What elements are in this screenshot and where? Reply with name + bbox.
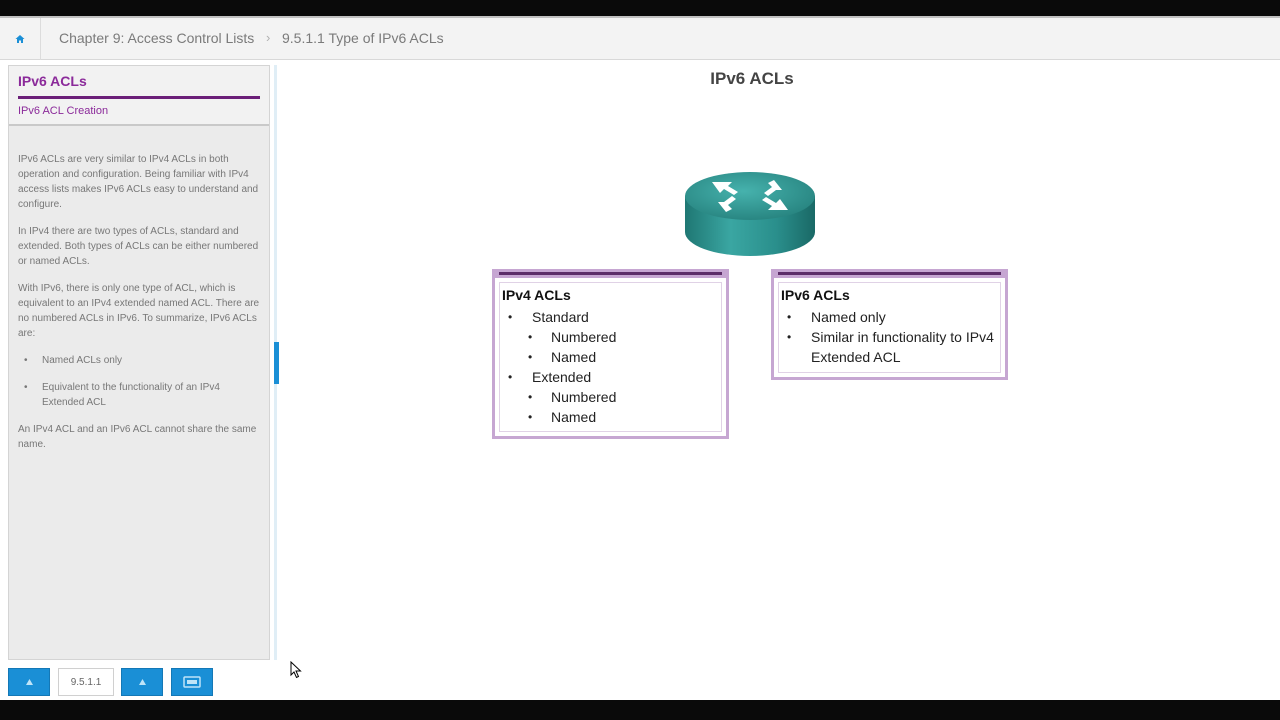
- list-item: Named only: [781, 307, 996, 327]
- sidebar-bullet: Named ACLs only: [18, 353, 262, 368]
- page-number[interactable]: 9.5.1.1: [58, 668, 114, 696]
- previous-page-button[interactable]: [8, 668, 50, 696]
- sidebar-subtitle[interactable]: IPv6 ACL Creation: [18, 105, 108, 117]
- list-item: Named: [502, 347, 616, 367]
- arrow-left-icon: [25, 679, 33, 685]
- next-page-button[interactable]: [121, 668, 163, 696]
- sidebar-paragraph: With IPv6, there is only one type of ACL…: [18, 283, 260, 339]
- sidebar-title: IPv6 ACLs: [18, 73, 87, 89]
- ipv6-box-title: IPv6 ACLs: [781, 287, 850, 303]
- sidebar-header: IPv6 ACLs IPv6 ACL Creation: [9, 66, 269, 126]
- list-item: Numbered: [502, 387, 616, 407]
- breadcrumb-chapter[interactable]: Chapter 9: Access Control Lists: [59, 30, 254, 46]
- media-icon: [183, 676, 201, 688]
- ipv6-box-list: Named only Similar in functionality to I…: [781, 307, 996, 367]
- ipv4-acl-box: IPv4 ACLs Standard Numbered Named Extend…: [492, 269, 729, 439]
- window-bottom-bar: [0, 700, 1280, 720]
- breadcrumb-divider: [40, 18, 41, 60]
- home-icon[interactable]: [8, 27, 32, 51]
- sidebar-bullet: Equivalent to the functionality of an IP…: [18, 380, 262, 410]
- sidebar-paragraph: In IPv4 there are two types of ACLs, sta…: [18, 226, 259, 267]
- window-top-bar: [0, 0, 1280, 18]
- ipv4-box-list: Standard Numbered Named Extended Numbere…: [502, 307, 616, 427]
- content-title: IPv6 ACLs: [710, 69, 794, 88]
- list-item: Named: [502, 407, 616, 427]
- arrow-right-icon: [138, 679, 146, 685]
- media-button[interactable]: [171, 668, 213, 696]
- ipv4-box-title: IPv4 ACLs: [502, 287, 571, 303]
- sidebar-panel: IPv6 ACLs IPv6 ACL Creation IPv6 ACLs ar…: [8, 65, 270, 660]
- list-item: Numbered: [502, 327, 616, 347]
- list-item: Standard: [502, 307, 616, 327]
- sidebar-closing: An IPv4 ACL and an IPv6 ACL cannot share…: [18, 424, 257, 450]
- sidebar-bullet-list: Named ACLs only Equivalent to the functi…: [18, 353, 262, 410]
- ipv6-acl-box: IPv6 ACLs Named only Similar in function…: [771, 269, 1008, 380]
- breadcrumb: Chapter 9: Access Control Lists › 9.5.1.…: [0, 18, 1280, 60]
- router-icon: [684, 168, 816, 264]
- sidebar-scroll-thumb[interactable]: [274, 342, 279, 384]
- sidebar-body: IPv6 ACLs are very similar to IPv4 ACLs …: [18, 152, 262, 464]
- main-area: IPv6 ACLs IPv6 ACL Creation IPv6 ACLs ar…: [0, 60, 1280, 700]
- list-item: Similar in functionality to IPv4 Extende…: [781, 327, 996, 367]
- mouse-cursor-icon: [290, 660, 302, 679]
- sidebar-paragraph: IPv6 ACLs are very similar to IPv4 ACLs …: [18, 154, 259, 210]
- sidebar-title-rule: [18, 96, 260, 99]
- breadcrumb-topic[interactable]: 9.5.1.1 Type of IPv6 ACLs: [282, 30, 444, 46]
- breadcrumb-separator: ›: [266, 30, 271, 45]
- list-item: Extended: [502, 367, 616, 387]
